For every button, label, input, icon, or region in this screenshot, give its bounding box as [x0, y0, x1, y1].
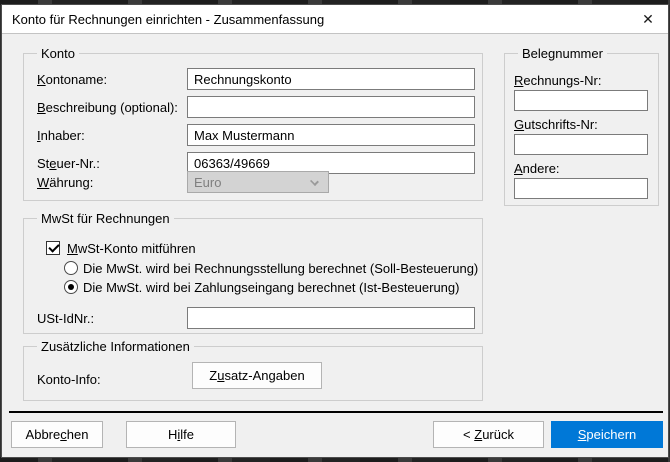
close-icon[interactable]: ✕: [630, 5, 666, 33]
hilfe-button[interactable]: Hilfe: [126, 421, 236, 448]
footer-separator: [9, 411, 663, 413]
mwst-konto-checkbox[interactable]: [46, 241, 60, 255]
belegnummer-group-legend: Belegnummer: [518, 46, 607, 61]
chevron-down-icon: [310, 177, 319, 186]
andere-label: Andere:: [514, 161, 560, 176]
rechnungs-nr-input[interactable]: [514, 90, 648, 111]
andere-input[interactable]: [514, 178, 648, 199]
konto-info-label: Konto-Info:: [37, 372, 101, 387]
rechnungs-nr-label: Rechnungs-Nr:: [514, 73, 602, 88]
setup-invoice-account-dialog: Konto für Rechnungen einrichten - Zusamm…: [1, 4, 669, 458]
waehrung-label: Währung:: [37, 175, 94, 190]
konto-group-legend: Konto: [37, 46, 79, 61]
beschreibung-input[interactable]: [187, 96, 475, 118]
beschreibung-label: Beschreibung (optional):: [37, 100, 178, 115]
zusatz-group-legend: Zusätzliche Informationen: [37, 339, 194, 354]
zusatz-angaben-button[interactable]: Zusatz-Angaben: [192, 362, 322, 389]
mwst-group-legend: MwSt für Rechnungen: [37, 211, 174, 226]
gutschrifts-nr-label: Gutschrifts-Nr:: [514, 117, 598, 132]
konto-group: Konto Kontoname: Beschreibung (optional)…: [23, 46, 483, 201]
steuer-nr-label: Steuer-Nr.:: [37, 156, 100, 171]
kontoname-label: Kontoname:: [37, 72, 108, 87]
ust-idnr-label: USt-IdNr.:: [37, 311, 95, 326]
ist-besteuerung-radio[interactable]: [64, 280, 78, 294]
ust-idnr-input[interactable]: [187, 307, 475, 329]
titlebar: Konto für Rechnungen einrichten - Zusamm…: [2, 5, 668, 34]
kontoname-input[interactable]: [187, 68, 475, 90]
soll-besteuerung-radio-label[interactable]: Die MwSt. wird bei Rechnungsstellung ber…: [83, 261, 478, 276]
ist-besteuerung-radio-label[interactable]: Die MwSt. wird bei Zahlungseingang berec…: [83, 280, 459, 295]
speichern-button[interactable]: Speichern: [551, 421, 663, 448]
currency-selected-value: Euro: [194, 174, 222, 190]
abbrechen-button[interactable]: Abbrechen: [11, 421, 103, 448]
belegnummer-group: Belegnummer Rechnungs-Nr: Gutschrifts-Nr…: [504, 46, 659, 206]
mwst-group: MwSt für Rechnungen MwSt-Konto mitführen…: [23, 211, 483, 334]
inhaber-input[interactable]: [187, 124, 475, 146]
zurueck-button[interactable]: < Zurück: [433, 421, 544, 448]
gutschrifts-nr-input[interactable]: [514, 134, 648, 155]
soll-besteuerung-radio[interactable]: [64, 261, 78, 275]
zusatz-group: Zusätzliche Informationen Konto-Info: Zu…: [23, 339, 483, 401]
inhaber-label: Inhaber:: [37, 128, 85, 143]
currency-select: Euro: [187, 171, 329, 193]
dialog-title: Konto für Rechnungen einrichten - Zusamm…: [12, 12, 325, 27]
mwst-konto-checkbox-label[interactable]: MwSt-Konto mitführen: [67, 241, 196, 256]
